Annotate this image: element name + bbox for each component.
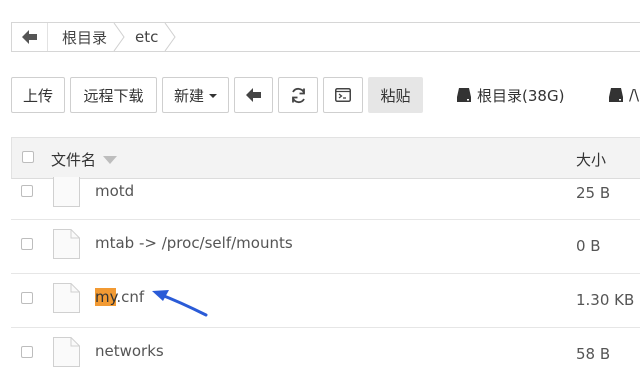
remote-download-label: 远程下载 <box>83 86 144 105</box>
breadcrumb-item-root[interactable]: 根目录 <box>48 23 125 51</box>
disk-root[interactable]: 根目录(38G) <box>456 77 564 113</box>
file-name[interactable]: networks <box>95 342 164 360</box>
refresh-button[interactable] <box>278 77 318 113</box>
refresh-icon <box>291 87 305 103</box>
file-size: 0 B <box>576 237 601 255</box>
caret-down-icon <box>209 94 217 98</box>
arrow-left-icon <box>21 30 37 44</box>
row-checkbox[interactable] <box>21 185 33 197</box>
disk-second[interactable]: /\ <box>608 77 639 113</box>
new-dropdown-button[interactable]: 新建 <box>162 77 229 113</box>
file-name[interactable]: mtab -> /proc/self/mounts <box>95 234 293 252</box>
breadcrumb: 根目录 etc <box>11 22 640 52</box>
file-size: 1.30 KB <box>576 291 635 309</box>
breadcrumb-label: 根目录 <box>62 28 108 47</box>
row-checkbox[interactable] <box>21 238 33 250</box>
column-header-name[interactable]: 文件名 <box>51 149 118 170</box>
upload-button[interactable]: 上传 <box>11 77 65 113</box>
file-icon <box>53 229 80 259</box>
file-table-header: 文件名 大小 <box>11 137 640 179</box>
file-name[interactable]: motd <box>95 182 134 200</box>
file-size: 58 B <box>576 345 611 363</box>
table-row[interactable]: motd 25 B <box>11 177 640 220</box>
table-row[interactable]: my.cnf 1.30 KB <box>11 274 640 328</box>
hard-drive-icon <box>609 88 623 102</box>
disk-label: /\ <box>629 86 640 104</box>
file-icon <box>53 177 80 207</box>
file-name-rest: .cnf <box>116 288 145 306</box>
select-all-checkbox[interactable] <box>22 151 34 163</box>
file-icon <box>53 283 80 313</box>
column-header-size[interactable]: 大小 <box>576 149 606 170</box>
hard-drive-icon <box>457 88 471 102</box>
new-label: 新建 <box>173 86 204 105</box>
upload-label: 上传 <box>22 86 53 105</box>
toolbar: 上传 远程下载 新建 粘贴 <box>11 77 428 113</box>
table-row[interactable]: mtab -> /proc/self/mounts 0 B <box>11 220 640 274</box>
breadcrumb-back-button[interactable] <box>12 23 48 51</box>
chevron-right-icon <box>164 23 176 51</box>
annotation-arrow-icon <box>152 290 208 317</box>
file-size: 25 B <box>576 184 611 202</box>
terminal-button[interactable] <box>323 77 363 113</box>
highlight-mark: my <box>95 288 117 306</box>
disk-label: 根目录(38G) <box>477 86 565 105</box>
column-size-label: 大小 <box>576 151 607 169</box>
row-checkbox[interactable] <box>21 292 33 304</box>
breadcrumb-item-etc[interactable]: etc <box>125 23 176 51</box>
terminal-icon <box>335 88 351 102</box>
back-button[interactable] <box>234 77 273 113</box>
paste-label: 粘贴 <box>380 86 411 105</box>
chevron-right-icon <box>113 23 125 51</box>
paste-button[interactable]: 粘贴 <box>368 77 423 113</box>
breadcrumb-label: etc <box>135 28 159 46</box>
table-row[interactable]: networks 58 B <box>11 328 640 374</box>
column-name-label: 文件名 <box>51 151 97 169</box>
sort-down-icon <box>103 155 118 164</box>
row-checkbox[interactable] <box>21 346 33 358</box>
arrow-left-icon <box>245 88 261 102</box>
file-icon <box>53 337 80 367</box>
file-name[interactable]: my.cnf <box>95 288 144 306</box>
remote-download-button[interactable]: 远程下载 <box>70 77 157 113</box>
